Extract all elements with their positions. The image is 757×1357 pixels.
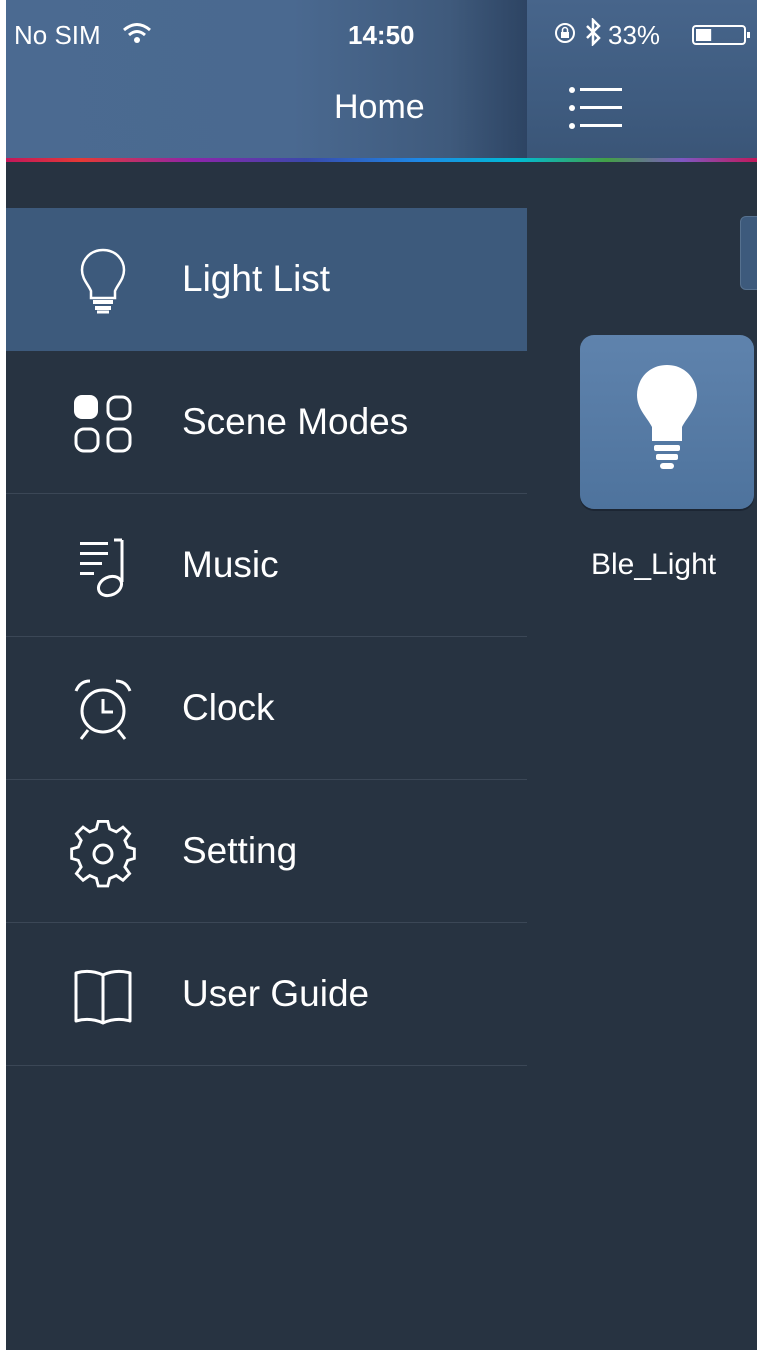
page-title: Home bbox=[334, 88, 425, 126]
sidebar-item-music[interactable]: Music bbox=[6, 494, 527, 637]
sidebar-item-clock[interactable]: Clock bbox=[6, 637, 527, 780]
alarm-clock-icon bbox=[74, 679, 132, 740]
book-icon bbox=[74, 969, 132, 1025]
music-note-icon bbox=[80, 538, 124, 598]
sidebar-item-label: Light List bbox=[182, 258, 331, 299]
rotation-lock-icon bbox=[555, 23, 575, 43]
wifi-icon bbox=[123, 23, 151, 43]
carrier-label: No SIM bbox=[14, 20, 101, 50]
sidebar-item-label: Clock bbox=[182, 687, 275, 728]
gear-icon bbox=[70, 819, 136, 888]
list-menu-icon bbox=[569, 87, 622, 129]
lightbulb-icon bbox=[80, 248, 126, 314]
sidebar-item-label: Music bbox=[182, 544, 279, 585]
bluetooth-icon bbox=[586, 18, 601, 46]
menu-button[interactable] bbox=[560, 78, 630, 138]
status-bar: No SIM 14:50 33% bbox=[6, 0, 757, 60]
light-tile[interactable] bbox=[580, 335, 754, 509]
header-accent-line bbox=[6, 158, 757, 162]
sidebar-menu: Light List Scene Modes Music Clock Setti… bbox=[6, 208, 527, 1066]
grid-icon bbox=[74, 395, 132, 453]
header: No SIM 14:50 33% Home bbox=[6, 0, 757, 160]
battery-icon bbox=[692, 25, 750, 45]
sidebar-item-label: User Guide bbox=[182, 973, 370, 1014]
app-screen: No SIM 14:50 33% Home Light List Scene M… bbox=[6, 0, 757, 1350]
sidebar-item-setting[interactable]: Setting bbox=[6, 780, 527, 923]
lightbulb-filled-icon bbox=[637, 365, 697, 469]
main-edge-button[interactable] bbox=[740, 216, 757, 290]
light-name-label: Ble_Light bbox=[591, 548, 717, 581]
sidebar-item-scene-modes[interactable]: Scene Modes bbox=[6, 351, 527, 494]
sidebar-item-light-list[interactable]: Light List bbox=[6, 208, 527, 351]
clock-time: 14:50 bbox=[348, 20, 415, 50]
sidebar-item-label: Setting bbox=[182, 830, 298, 871]
battery-percent: 33% bbox=[608, 20, 661, 50]
sidebar-item-label: Scene Modes bbox=[182, 401, 409, 442]
sidebar-item-user-guide[interactable]: User Guide bbox=[6, 923, 527, 1066]
